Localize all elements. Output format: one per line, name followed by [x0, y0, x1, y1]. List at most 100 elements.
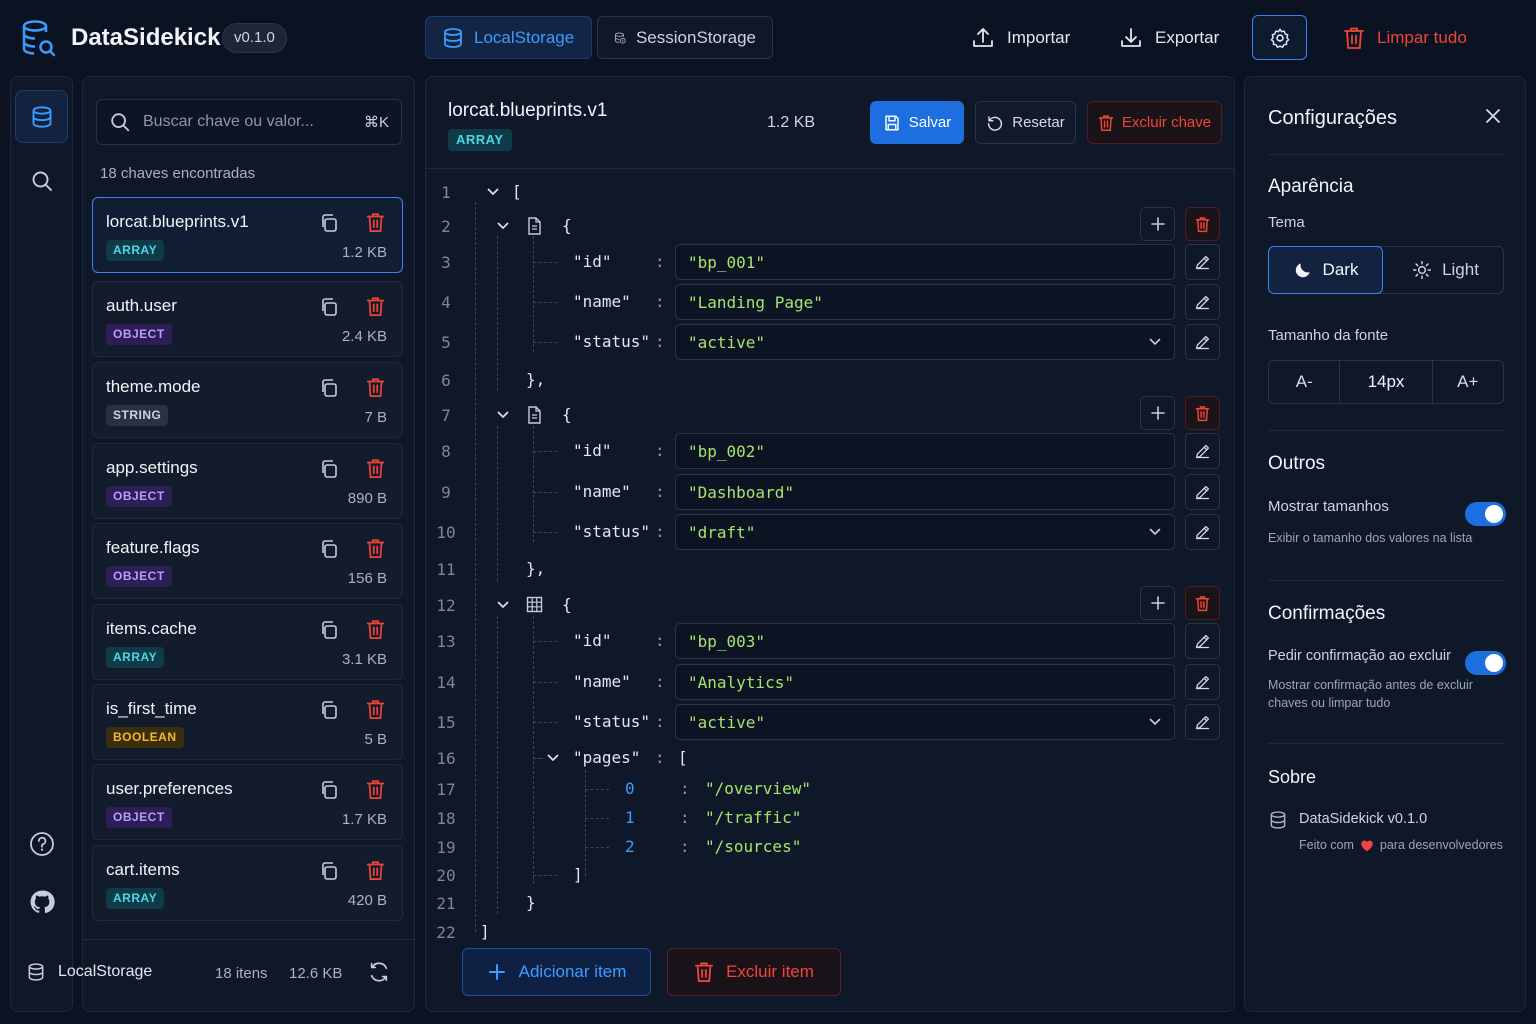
delete-key-button[interactable] — [366, 779, 385, 800]
value-input[interactable]: "Dashboard" — [675, 474, 1175, 510]
tab-sessionstorage[interactable]: SessionStorage — [597, 16, 773, 59]
edit-field-button[interactable] — [1185, 244, 1220, 280]
value-input[interactable]: "bp_002" — [675, 433, 1175, 469]
confirm-delete-label: Pedir confirmação ao excluir — [1268, 648, 1451, 664]
edit-field-button[interactable] — [1185, 514, 1220, 550]
reset-button[interactable]: Resetar — [975, 101, 1076, 144]
collapse-toggle[interactable] — [496, 408, 510, 422]
edit-field-button[interactable] — [1185, 284, 1220, 320]
font-increase-button[interactable]: A+ — [1433, 361, 1503, 403]
delete-key-button[interactable] — [366, 619, 385, 640]
value-text: "draft" — [688, 522, 756, 542]
key-card[interactable]: cart.items ARRAY 420 B — [92, 845, 403, 921]
edit-field-button[interactable] — [1185, 324, 1220, 360]
key-card[interactable]: auth.user OBJECT 2.4 KB — [92, 281, 403, 357]
collapse-toggle[interactable] — [546, 751, 560, 765]
delete-key-button[interactable] — [366, 296, 385, 317]
delete-key-button[interactable] — [366, 538, 385, 559]
import-button[interactable]: Importar — [971, 16, 1070, 59]
copy-key-button[interactable] — [319, 213, 339, 233]
tab-localstorage[interactable]: LocalStorage — [425, 16, 592, 59]
edit-field-button[interactable] — [1185, 704, 1220, 740]
key-card[interactable]: app.settings OBJECT 890 B — [92, 443, 403, 519]
add-field-button[interactable] — [1140, 207, 1175, 241]
bracket-close: ] — [573, 865, 583, 884]
branch-line — [533, 758, 543, 759]
font-decrease-button[interactable]: A- — [1269, 361, 1341, 403]
delete-object-button[interactable] — [1185, 396, 1220, 430]
settings-button[interactable] — [1252, 15, 1307, 60]
delete-key-button[interactable] — [366, 212, 385, 233]
value-input[interactable]: "bp_001" — [675, 244, 1175, 280]
export-label: Exportar — [1155, 27, 1220, 47]
copy-key-button[interactable] — [319, 700, 339, 720]
line-number: 20 — [436, 866, 456, 885]
delete-object-button[interactable] — [1185, 207, 1220, 241]
json-key: "status" — [573, 712, 651, 731]
rail-help-button[interactable] — [15, 817, 68, 870]
value-input[interactable]: "Analytics" — [675, 664, 1175, 700]
show-sizes-label: Mostrar tamanhos — [1268, 498, 1389, 515]
chevron-down-icon — [1149, 338, 1161, 346]
copy-key-button[interactable] — [319, 539, 339, 559]
copy-key-button[interactable] — [319, 861, 339, 881]
key-card[interactable]: lorcat.blueprints.v1 ARRAY 1.2 KB — [92, 197, 403, 273]
show-sizes-toggle[interactable] — [1465, 502, 1506, 526]
copy-key-button[interactable] — [319, 620, 339, 640]
clear-all-button[interactable]: Limpar tudo — [1343, 16, 1467, 59]
delete-key-button[interactable] — [366, 699, 385, 720]
trash-icon — [1195, 216, 1210, 232]
edit-field-button[interactable] — [1185, 623, 1220, 659]
add-field-button[interactable] — [1140, 396, 1175, 430]
key-name: feature.flags — [106, 538, 200, 557]
key-card[interactable]: is_first_time BOOLEAN 5 B — [92, 684, 403, 760]
about-heading: Sobre — [1268, 767, 1317, 787]
edit-field-button[interactable] — [1185, 664, 1220, 700]
array-index: 0 — [625, 779, 635, 798]
rail-storage-button[interactable] — [15, 90, 68, 143]
key-card[interactable]: items.cache ARRAY 3.1 KB — [92, 604, 403, 680]
edit-field-button[interactable] — [1185, 474, 1220, 510]
delete-key-button[interactable] — [366, 377, 385, 398]
copy-key-button[interactable] — [319, 780, 339, 800]
delete-key-button[interactable] — [366, 458, 385, 479]
theme-light-button[interactable]: Light — [1387, 246, 1504, 294]
key-card[interactable]: user.preferences OBJECT 1.7 KB — [92, 764, 403, 840]
status-select[interactable]: "active" — [675, 704, 1175, 740]
theme-dark-label: Dark — [1322, 260, 1359, 279]
delete-object-button[interactable] — [1185, 586, 1220, 620]
value-input[interactable]: "bp_003" — [675, 623, 1175, 659]
collapse-toggle[interactable] — [496, 219, 510, 233]
refresh-button[interactable] — [368, 961, 392, 985]
delete-key-button[interactable] — [366, 860, 385, 881]
rail-github-button[interactable] — [15, 875, 68, 928]
status-select[interactable]: "active" — [675, 324, 1175, 360]
trash-icon — [366, 700, 385, 719]
export-button[interactable]: Exportar — [1119, 16, 1219, 59]
collapse-toggle[interactable] — [496, 598, 510, 612]
copy-key-button[interactable] — [319, 297, 339, 317]
search-input[interactable] — [143, 113, 352, 131]
theme-dark-button[interactable]: Dark — [1268, 246, 1383, 294]
status-select[interactable]: "draft" — [675, 514, 1175, 550]
value-input[interactable]: "Landing Page" — [675, 284, 1175, 320]
brace-open: { — [562, 216, 572, 235]
collapse-toggle[interactable] — [486, 185, 500, 199]
add-item-button[interactable]: Adicionar item — [462, 948, 651, 996]
close-settings-button[interactable] — [1484, 107, 1504, 127]
rail-search-button[interactable] — [15, 154, 68, 207]
save-button[interactable]: Salvar — [870, 101, 964, 144]
confirm-delete-toggle[interactable] — [1465, 651, 1506, 675]
key-card[interactable]: theme.mode STRING 7 B — [92, 362, 403, 438]
confirm-delete-description: Mostrar confirmação antes de excluir cha… — [1268, 678, 1473, 710]
copy-key-button[interactable] — [319, 459, 339, 479]
add-field-button[interactable] — [1140, 586, 1175, 620]
copy-key-button[interactable] — [319, 378, 339, 398]
branch-line — [533, 342, 557, 343]
delete-key-button[interactable]: Excluir chave — [1087, 101, 1222, 144]
key-card[interactable]: feature.flags OBJECT 156 B — [92, 523, 403, 599]
edit-field-button[interactable] — [1185, 433, 1220, 469]
search-box[interactable]: ⌘K — [96, 99, 402, 145]
pencil-icon — [1195, 295, 1210, 309]
delete-item-button[interactable]: Excluir item — [667, 948, 841, 996]
